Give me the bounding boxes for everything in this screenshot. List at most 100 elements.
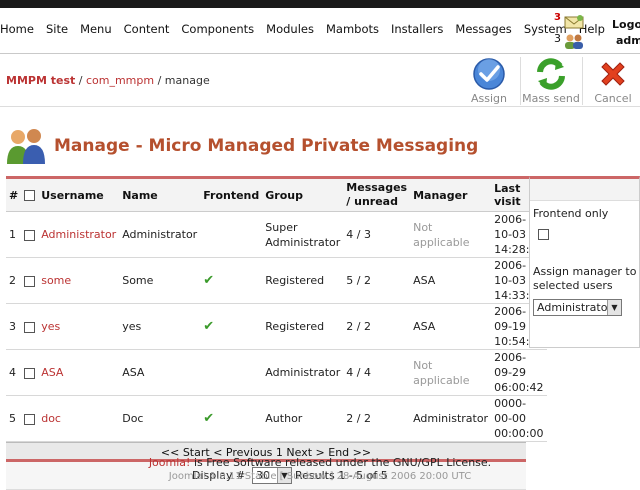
row-select-cell [21, 303, 39, 350]
row-select-cell [21, 257, 39, 304]
footer-version: Joomla! 1.0.11 Stable [ Sunbow ] 28 Augu… [168, 471, 472, 482]
refresh-arrows-icon [537, 58, 565, 90]
col-select-all-header [21, 177, 39, 212]
row-manager: ASA [410, 257, 492, 304]
side-panel-header [530, 179, 639, 201]
users-table: # Username Name Frontend Group Messages … [6, 176, 547, 442]
cancel-button-label: Cancel [594, 92, 632, 105]
row-group: Registered [262, 303, 344, 350]
menu-status-area: 3 3 Logout admin [552, 10, 640, 54]
row-last-visit-date: 2006-09-19 [494, 305, 527, 333]
row-checkbox[interactable] [24, 413, 36, 425]
col-frontend-header: Frontend [200, 177, 263, 212]
row-username-cell: some [38, 257, 120, 304]
row-name: Some [119, 257, 201, 304]
manager-select-value: Administrator [537, 301, 612, 314]
table-header-row: # Username Name Frontend Group Messages … [6, 177, 547, 212]
row-manager-not-applicable: Not applicable [410, 211, 492, 258]
col-name-header: Name [119, 177, 201, 212]
row-frontend-cell [200, 211, 263, 258]
row-select-cell [21, 211, 39, 258]
joomla-link[interactable]: Joomla! [149, 456, 191, 469]
menu-item-content[interactable]: Content [124, 22, 170, 36]
assign-button-label: Assign [471, 92, 507, 105]
path-toolbar-bar: MMPM test / com_mmpm / manage Assign Mas… [0, 55, 640, 107]
select-all-checkbox[interactable] [24, 190, 36, 201]
cancel-button[interactable]: Cancel [583, 55, 640, 107]
breadcrumb-separator: / [157, 74, 165, 87]
menu-item-site[interactable]: Site [46, 22, 68, 36]
users-online-count: 3 [554, 32, 561, 45]
row-group: Administrator [262, 349, 344, 396]
mass-send-button-label: Mass send [522, 92, 580, 105]
assign-button[interactable]: Assign [459, 55, 519, 107]
not-applicable-line2: applicable [413, 373, 470, 387]
col-username-header: Username [38, 177, 120, 212]
menu-item-messages[interactable]: Messages [455, 22, 511, 36]
menu-item-installers[interactable]: Installers [391, 22, 443, 36]
row-frontend-cell: ✔ [200, 395, 263, 442]
new-messages-count[interactable]: 3 [554, 12, 561, 23]
row-number: 1 [6, 211, 22, 258]
row-messages: 4 / 4 [343, 349, 411, 396]
row-checkbox[interactable] [24, 229, 36, 241]
username-link[interactable]: ASA [41, 366, 63, 379]
row-last-visit-date: 0000-00-00 [494, 397, 527, 425]
row-manager: ASA [410, 303, 492, 350]
top-strip [0, 0, 640, 8]
breadcrumb-component[interactable]: com_mmpm [86, 74, 154, 87]
row-number: 2 [6, 257, 22, 304]
frontend-only-checkbox[interactable] [538, 229, 549, 240]
page-title: Manage - Micro Managed Private Messaging [54, 136, 479, 156]
breadcrumb-separator: / [78, 74, 86, 87]
row-messages: 5 / 2 [343, 257, 411, 304]
mass-send-button[interactable]: Mass send [521, 55, 581, 107]
row-username-cell: ASA [38, 349, 120, 396]
row-frontend-cell: ✔ [200, 257, 263, 304]
row-last-visit-date: 2006-09-29 [494, 351, 527, 379]
not-applicable-line2: applicable [413, 235, 470, 249]
table-row: 3 yes yes ✔ Registered 2 / 2 ASA 2006-09-19 10:5… [6, 303, 547, 350]
row-group-cell: Super Administrator [262, 211, 344, 258]
row-last-visit-date: 2006-10-03 [494, 259, 527, 287]
menu-item-mambots[interactable]: Mambots [326, 22, 379, 36]
cancel-x-icon [601, 62, 625, 86]
menu-item-home[interactable]: Home [0, 22, 34, 36]
row-group-line1: Super [265, 220, 298, 234]
row-group: Author [262, 395, 344, 442]
menu-item-modules[interactable]: Modules [266, 22, 314, 36]
row-checkbox[interactable] [24, 321, 36, 333]
table-row: 1 Administrator Administrator Super Administ… [6, 211, 547, 258]
row-last-visit-date: 2006-10-03 [494, 213, 527, 241]
users-online-icon [565, 34, 583, 49]
username-link[interactable]: Administrator [41, 228, 116, 241]
row-number: 4 [6, 349, 22, 396]
row-checkbox[interactable] [24, 275, 36, 287]
row-messages: 4 / 3 [343, 211, 411, 258]
not-applicable-line1: Not [413, 358, 433, 372]
breadcrumb-site[interactable]: MMPM test [6, 74, 75, 87]
row-group: Registered [262, 257, 344, 304]
menu-items: Home Site Menu Content Components Modules Mamb… [0, 22, 617, 36]
logout-link[interactable]: Logout [612, 18, 640, 31]
users-grid-container: # Username Name Frontend Group Messages … [6, 176, 547, 490]
table-row: 4 ASA ASA Administrator 4 / 4 Not applicable 20… [6, 349, 547, 396]
frontend-only-label: Frontend only [533, 207, 609, 220]
col-num-header: # [6, 177, 22, 212]
footer-license-text: is Free Software released under the GNU/… [190, 456, 492, 469]
row-name: Doc [119, 395, 201, 442]
row-number: 5 [6, 395, 22, 442]
table-row: 5 doc Doc ✔ Author 2 / 2 Administrator 0000-00-… [6, 395, 547, 442]
row-manager: Administrator [410, 395, 492, 442]
mail-icon[interactable] [563, 14, 585, 30]
username-link[interactable]: doc [41, 412, 61, 425]
row-checkbox[interactable] [24, 367, 36, 379]
menu-item-components[interactable]: Components [181, 22, 254, 36]
row-number: 3 [6, 303, 22, 350]
menu-item-menu[interactable]: Menu [80, 22, 112, 36]
manager-select[interactable]: Administrator ▼ [533, 299, 622, 316]
breadcrumb-current: manage [164, 74, 210, 87]
username-link[interactable]: yes [41, 320, 60, 333]
username-link[interactable]: some [41, 274, 71, 287]
col-messages-header-line2: / unread [346, 195, 398, 208]
